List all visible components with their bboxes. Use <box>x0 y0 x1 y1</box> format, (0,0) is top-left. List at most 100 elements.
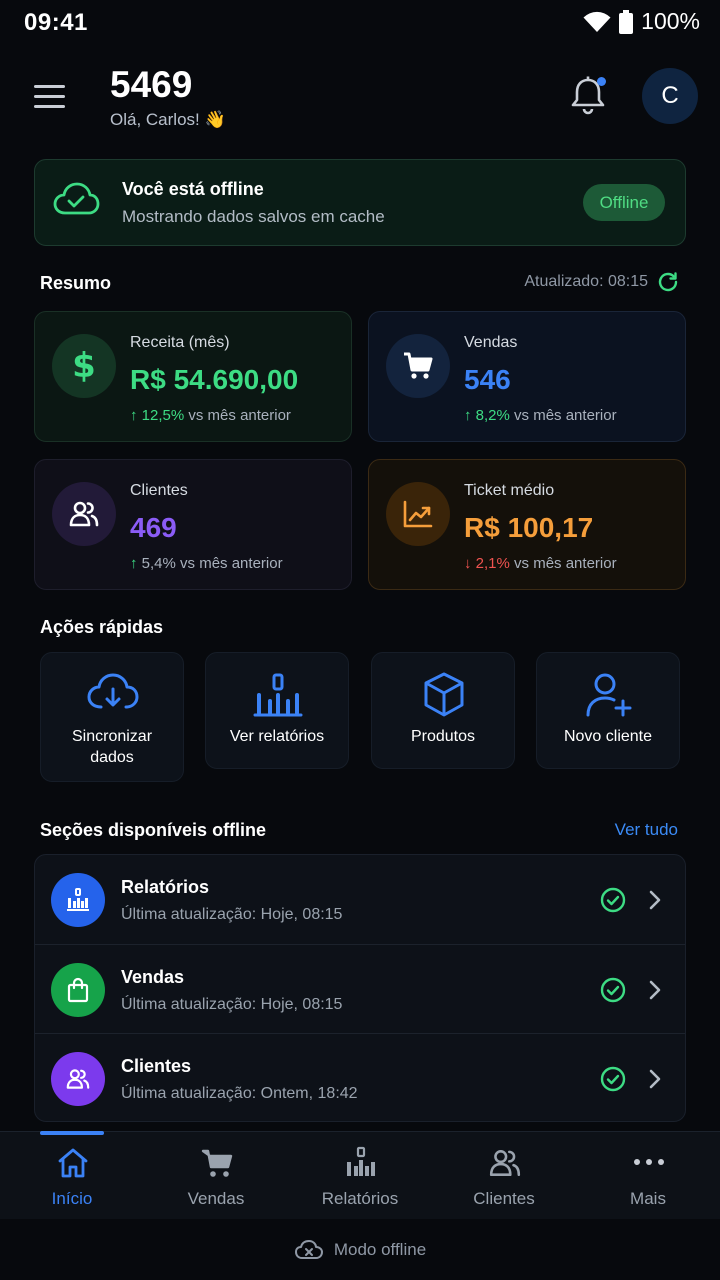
change-suffix: vs mês anterior <box>180 555 283 572</box>
refresh-icon[interactable] <box>656 271 680 295</box>
greeting-text: Olá, Carlos! 👋 <box>110 110 226 129</box>
change-suffix: vs mês anterior <box>514 407 617 424</box>
check-circle-icon <box>600 1066 626 1092</box>
list-item-title: Relatórios <box>121 877 210 897</box>
stat-card-revenue[interactable]: $ Receita (mês) R$ 54.690,00 ↑ 12,5% vs … <box>34 311 352 442</box>
status-icons: 100% <box>583 8 700 35</box>
change-percent: 2,1% <box>475 555 510 572</box>
card-label: Vendas <box>464 334 518 351</box>
users-icon <box>52 482 116 546</box>
nav-label: Vendas <box>187 1189 245 1208</box>
card-change: ↑ 12,5% vs mês anterior <box>130 407 291 424</box>
list-item[interactable]: Relatórios Última atualização: Hoje, 08:… <box>35 855 685 944</box>
cloud-download-icon <box>85 671 141 719</box>
card-label: Clientes <box>130 482 188 499</box>
dollar-icon: $ <box>52 334 116 398</box>
stat-card-clients[interactable]: Clientes 469 ↑ 5,4% vs mês anterior <box>34 459 352 590</box>
change-suffix: vs mês anterior <box>188 407 291 424</box>
arrow-up-icon: ↑ <box>130 555 138 572</box>
action-label: Sincronizar <box>71 728 153 745</box>
notifications-button[interactable] <box>568 74 608 116</box>
sync-data-button[interactable]: Sincronizar dados <box>40 652 184 782</box>
nav-item-clients[interactable]: Clientes <box>432 1132 576 1220</box>
users-icon <box>488 1146 522 1180</box>
more-icon <box>632 1146 666 1180</box>
battery-percent: 100% <box>641 8 700 34</box>
list-item[interactable]: Clientes Última atualização: Ontem, 18:4… <box>35 1033 685 1121</box>
last-updated: Atualizado: 08:15 <box>524 273 648 290</box>
change-percent: 12,5% <box>141 407 185 424</box>
box-icon <box>416 671 472 719</box>
card-value: R$ 100,17 <box>464 512 594 543</box>
see-all-link[interactable]: Ver tudo <box>615 820 678 840</box>
action-label-line2: dados <box>90 749 134 766</box>
action-label: Produtos <box>410 728 476 745</box>
nav-label: Mais <box>630 1189 666 1208</box>
list-item-subtitle: Última atualização: Hoje, 08:15 <box>121 996 343 1013</box>
view-reports-button[interactable]: Ver relatórios <box>205 652 349 769</box>
chevron-right-icon <box>645 1067 665 1091</box>
status-time: 09:41 <box>24 9 88 36</box>
offline-sections-heading: Seções disponíveis offline <box>40 820 267 840</box>
check-circle-icon <box>600 887 626 913</box>
notification-dot <box>597 77 606 86</box>
card-label: Ticket médio <box>464 482 555 499</box>
card-value: 469 <box>130 512 177 543</box>
user-plus-icon <box>581 671 637 719</box>
offline-subtitle: Mostrando dados salvos em cache <box>122 207 385 226</box>
cloud-offline-icon <box>294 1239 323 1259</box>
quick-actions-heading: Ações rápidas <box>40 617 164 637</box>
card-change: ↑ 5,4% vs mês anterior <box>130 555 283 572</box>
list-item[interactable]: Vendas Última atualização: Hoje, 08:15 <box>35 944 685 1033</box>
nav-label: Clientes <box>473 1189 535 1208</box>
products-button[interactable]: Produtos <box>371 652 515 769</box>
card-change: ↑ 8,2% vs mês anterior <box>464 407 617 424</box>
change-percent: 5,4% <box>141 555 176 572</box>
arrow-up-icon: ↑ <box>130 407 138 424</box>
chevron-right-icon <box>645 978 665 1002</box>
bag-icon <box>51 963 105 1017</box>
list-item-title: Vendas <box>121 967 185 987</box>
cart-icon <box>200 1146 234 1180</box>
offline-mode-footer: Modo offline <box>0 1219 720 1280</box>
card-change: ↓ 2,1% vs mês anterior <box>464 555 617 572</box>
stat-card-avg-ticket[interactable]: Ticket médio R$ 100,17 ↓ 2,1% vs mês ant… <box>368 459 686 590</box>
nav-item-sales[interactable]: Vendas <box>144 1132 288 1220</box>
arrow-up-icon: ↑ <box>464 407 472 424</box>
nav-label: Início <box>51 1189 93 1208</box>
avatar[interactable]: C <box>642 68 698 124</box>
offline-title: Você está offline <box>122 179 264 199</box>
change-suffix: vs mês anterior <box>514 555 617 572</box>
wifi-icon <box>583 11 611 32</box>
battery-icon <box>619 9 634 34</box>
bar-chart-icon <box>344 1146 378 1180</box>
card-label: Receita (mês) <box>130 334 230 351</box>
action-label: Novo cliente <box>563 728 653 745</box>
nav-label: Relatórios <box>321 1189 399 1208</box>
summary-heading: Resumo <box>40 273 112 293</box>
card-value: R$ 54.690,00 <box>130 364 299 395</box>
menu-icon[interactable] <box>32 84 68 110</box>
nav-item-more[interactable]: Mais <box>576 1132 720 1220</box>
action-label: Ver relatórios <box>229 728 325 745</box>
trend-up-icon <box>386 482 450 546</box>
list-item-subtitle: Última atualização: Hoje, 08:15 <box>121 906 343 923</box>
cloud-check-icon <box>52 180 100 220</box>
home-icon <box>56 1146 90 1180</box>
bar-chart-icon <box>250 671 306 719</box>
nav-item-home[interactable]: Início <box>0 1132 144 1220</box>
offline-badge: Offline <box>583 184 665 221</box>
new-client-button[interactable]: Novo cliente <box>536 652 680 769</box>
nav-item-reports[interactable]: Relatórios <box>288 1132 432 1220</box>
nav-active-indicator <box>40 1131 104 1135</box>
change-percent: 8,2% <box>475 407 510 424</box>
bottom-nav: Início Vendas Relatórios Clientes Mais <box>0 1131 720 1219</box>
list-item-subtitle: Última atualização: Ontem, 18:42 <box>121 1085 358 1102</box>
stat-card-sales[interactable]: Vendas 546 ↑ 8,2% vs mês anterior <box>368 311 686 442</box>
cart-icon <box>386 334 450 398</box>
offline-mode-label: Modo offline <box>333 1239 427 1259</box>
arrow-down-icon: ↓ <box>464 555 472 572</box>
card-value: 546 <box>464 364 511 395</box>
bar-chart-icon <box>51 873 105 927</box>
page-title: 5469 <box>110 64 193 105</box>
